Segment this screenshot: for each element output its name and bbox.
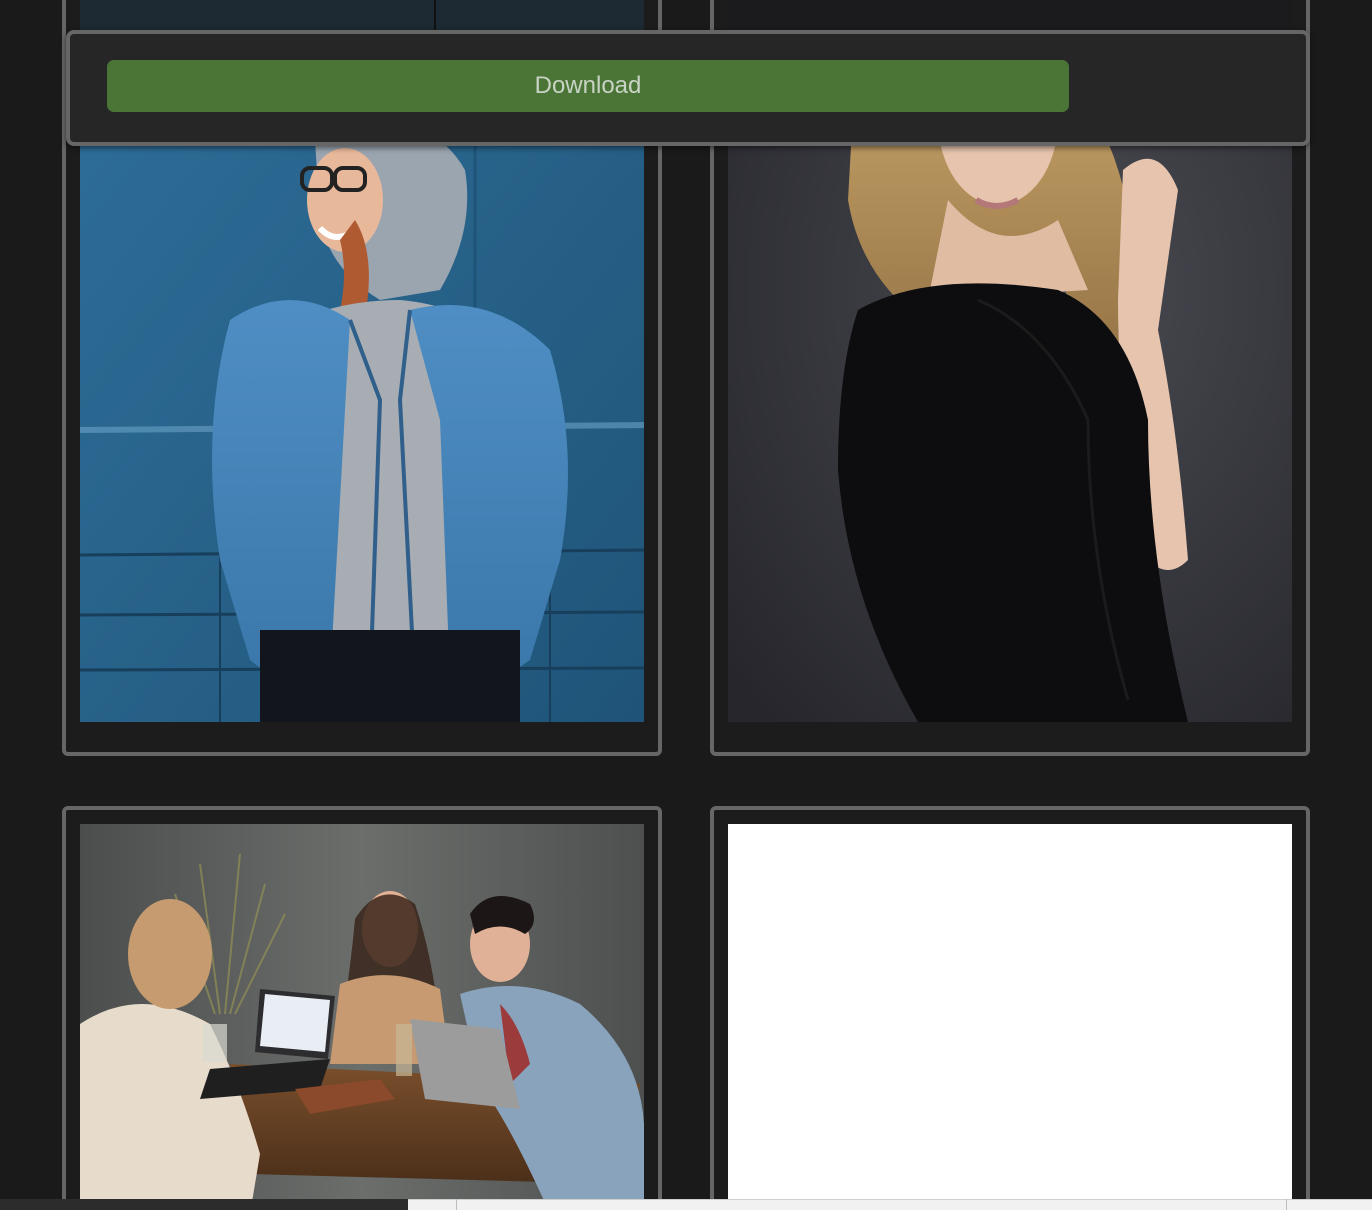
friends-at-cafe-table-photo[interactable] xyxy=(80,824,644,1210)
divider xyxy=(456,1199,457,1210)
blank-image-placeholder[interactable] xyxy=(728,824,1292,1210)
download-button[interactable]: Download xyxy=(107,60,1069,112)
scrollbar-thumb[interactable] xyxy=(408,1199,1372,1210)
download-toolbar: Download xyxy=(66,30,1310,146)
scrollbar-track-dark xyxy=(0,1199,408,1210)
horizontal-scrollbar[interactable] xyxy=(0,1199,1372,1210)
divider xyxy=(1286,1199,1287,1210)
gallery-card[interactable] xyxy=(710,806,1310,1210)
gallery-card[interactable] xyxy=(62,806,662,1210)
page: Download xyxy=(0,0,1372,1210)
